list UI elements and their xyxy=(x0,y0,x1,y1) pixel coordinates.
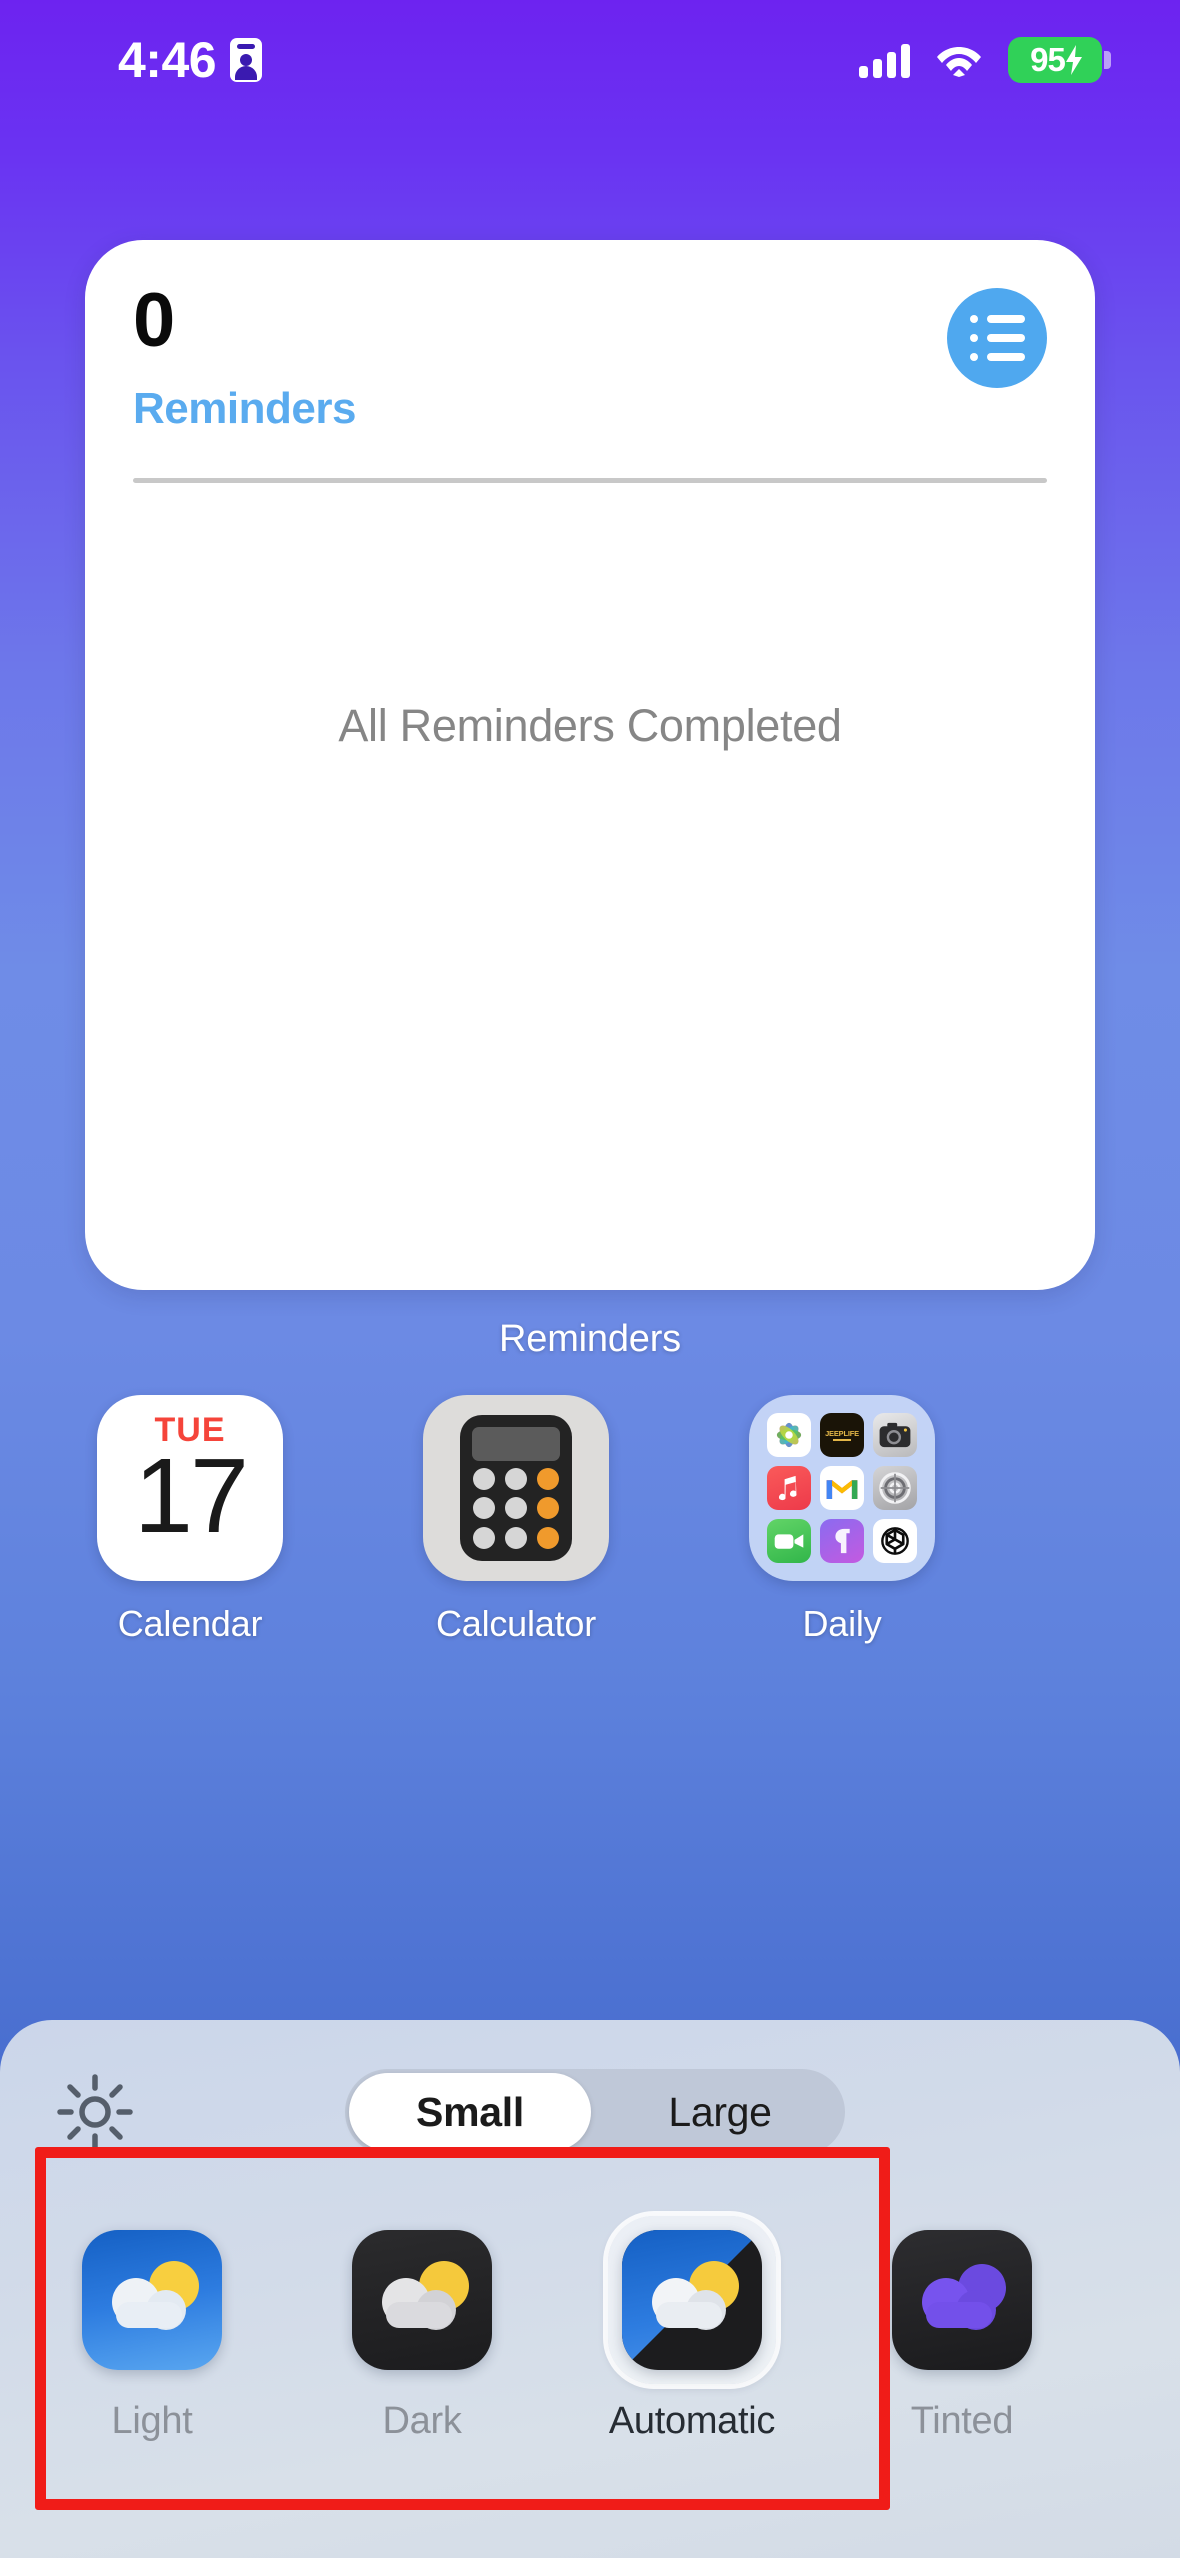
folder-icon[interactable]: JEEPLIFE xyxy=(749,1395,935,1581)
widget-size-segmented-control[interactable]: Small Large xyxy=(345,2069,845,2155)
wifi-icon xyxy=(936,43,982,77)
widget-header-text: 0 Reminders xyxy=(133,278,356,434)
app-icon-row: TUE 17 Calendar Calculator JEEPLIFE Dail… xyxy=(0,1395,1180,1645)
photos-icon xyxy=(767,1413,811,1457)
weather-dark-icon xyxy=(352,2230,492,2370)
panel-top-row: Small Large xyxy=(0,2064,1180,2160)
contact-card-icon xyxy=(230,38,263,82)
weather-automatic-icon xyxy=(622,2230,762,2370)
shortcuts-icon xyxy=(820,1519,864,1563)
widget-header: 0 Reminders xyxy=(133,278,1047,434)
camera-icon xyxy=(873,1413,917,1457)
weather-tinted-icon xyxy=(892,2230,1032,2370)
widget-title: Reminders xyxy=(133,384,356,434)
segment-large[interactable]: Large xyxy=(599,2073,841,2151)
appearance-label-dark: Dark xyxy=(382,2400,462,2442)
reminders-count: 0 xyxy=(133,278,175,363)
appearance-label-tinted: Tinted xyxy=(910,2400,1014,2442)
appearance-options-row: Light Dark Automatic Tinted xyxy=(0,2216,1180,2443)
reminders-widget[interactable]: 0 Reminders All Reminders Completed xyxy=(85,240,1095,1290)
app-label-daily: Daily xyxy=(802,1603,882,1644)
app-label-calculator: Calculator xyxy=(435,1603,597,1644)
status-bar-clock: 4:46 xyxy=(118,32,217,88)
app-label-calendar: Calendar xyxy=(117,1603,263,1644)
widget-divider xyxy=(133,478,1047,484)
widget-name-label: Reminders xyxy=(499,1318,681,1360)
widget-empty-message: All Reminders Completed xyxy=(338,700,842,751)
customize-panel: Small Large Light Dark Automatic Tinted xyxy=(0,2020,1180,2558)
status-bar-right: 95 xyxy=(859,37,1111,83)
facetime-icon xyxy=(767,1519,811,1563)
status-bar: 4:46 95 xyxy=(0,0,1180,120)
jeeplife-label: JEEPLIFE xyxy=(825,1429,859,1438)
app-calculator[interactable]: Calculator xyxy=(412,1395,620,1645)
music-icon xyxy=(767,1466,811,1510)
appearance-option-tinted[interactable]: Tinted xyxy=(878,2216,1046,2443)
segment-small[interactable]: Small xyxy=(349,2073,591,2151)
gmail-icon xyxy=(820,1466,864,1510)
battery-indicator: 95 xyxy=(1008,37,1111,83)
sun-brightness-icon[interactable] xyxy=(52,2069,138,2155)
battery-percent-label: 95 xyxy=(1030,41,1066,78)
lightning-bolt-icon xyxy=(1065,45,1082,75)
weather-light-icon xyxy=(82,2230,222,2370)
jeeplife-icon: JEEPLIFE xyxy=(820,1413,864,1457)
appearance-option-automatic[interactable]: Automatic xyxy=(608,2216,776,2443)
status-bar-left: 4:46 xyxy=(118,32,263,88)
calendar-day-number: 17 xyxy=(134,1437,249,1555)
appearance-label-light: Light xyxy=(111,2400,193,2442)
app-folder-daily[interactable]: JEEPLIFE Daily xyxy=(738,1395,946,1645)
settings-icon xyxy=(873,1466,917,1510)
cellular-signal-icon xyxy=(859,42,910,78)
appearance-label-automatic: Automatic xyxy=(608,2400,776,2442)
chatgpt-icon xyxy=(873,1519,917,1563)
calculator-icon[interactable] xyxy=(423,1395,609,1581)
app-calendar[interactable]: TUE 17 Calendar xyxy=(86,1395,294,1645)
calendar-icon[interactable]: TUE 17 xyxy=(97,1395,283,1581)
bulleted-list-icon[interactable] xyxy=(947,288,1047,388)
appearance-option-dark[interactable]: Dark xyxy=(338,2216,506,2443)
appearance-option-light[interactable]: Light xyxy=(68,2216,236,2443)
